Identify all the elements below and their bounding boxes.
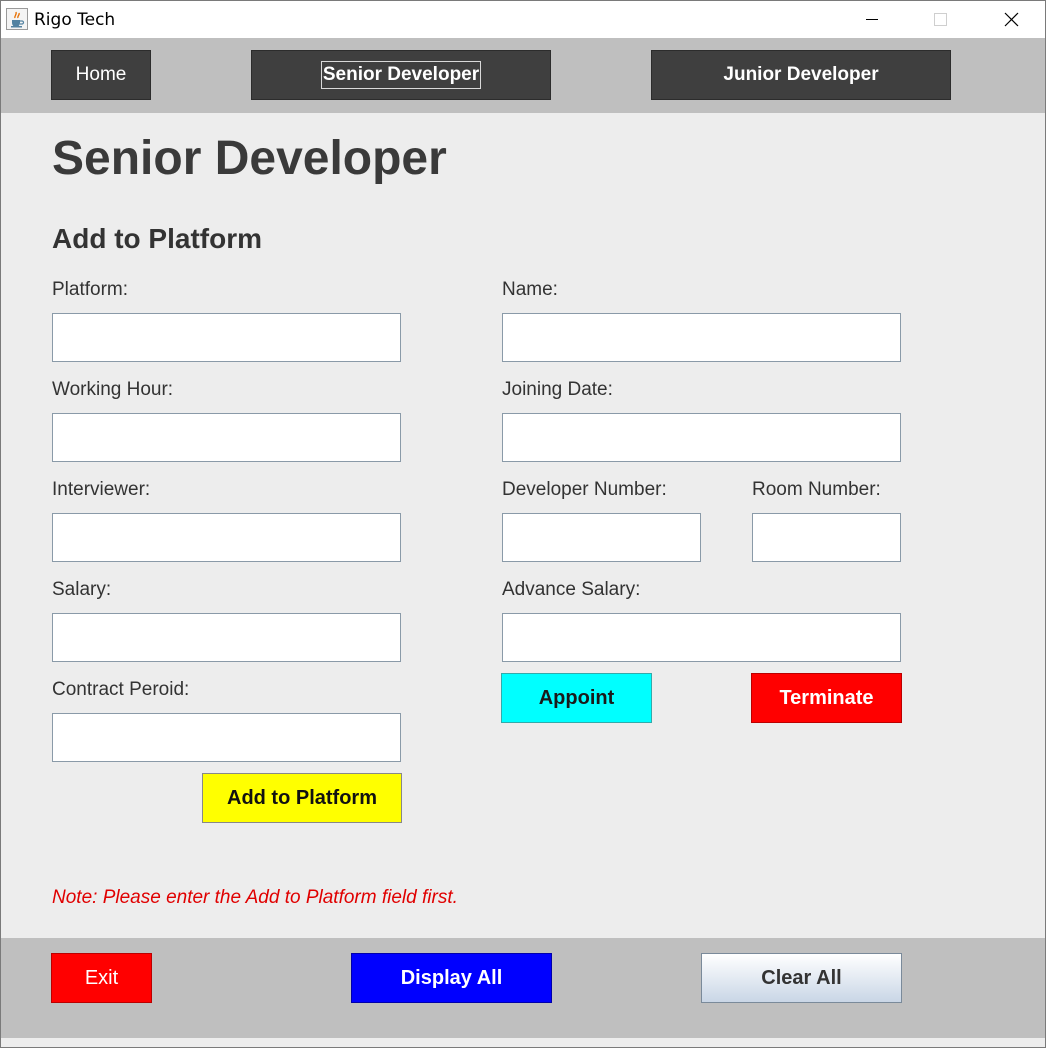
close-icon xyxy=(1004,12,1019,27)
section-title: Add to Platform xyxy=(52,223,262,254)
display-all-label: Display All xyxy=(400,966,503,989)
interviewer-input[interactable] xyxy=(52,513,401,562)
display-all-button[interactable]: Display All xyxy=(351,953,552,1003)
window-title: Rigo Tech xyxy=(34,10,116,30)
top-nav-bar: Home Senior Developer Junior Developer xyxy=(1,38,1045,113)
name-input[interactable] xyxy=(502,313,901,362)
name-label: Name: xyxy=(502,279,558,300)
working-hour-label: Working Hour: xyxy=(52,379,174,400)
room-number-input[interactable] xyxy=(752,513,901,562)
senior-developer-nav-label: Senior Developer xyxy=(320,61,482,89)
senior-developer-nav-button[interactable]: Senior Developer xyxy=(251,50,551,100)
minimize-icon xyxy=(866,19,878,20)
clear-all-button[interactable]: Clear All xyxy=(701,953,902,1003)
clear-all-label: Clear All xyxy=(761,966,842,989)
developer-number-input[interactable] xyxy=(502,513,701,562)
bottom-bar: Exit Display All Clear All xyxy=(1,938,1045,1038)
working-hour-input[interactable] xyxy=(52,413,401,462)
room-number-label: Room Number: xyxy=(752,479,881,500)
contract-period-input[interactable] xyxy=(52,713,401,762)
home-nav-label: Home xyxy=(75,64,127,85)
note-text: Note: Please enter the Add to Platform f… xyxy=(52,887,458,908)
terminate-label: Terminate xyxy=(779,686,874,709)
add-to-platform-label: Add to Platform xyxy=(227,786,377,809)
maximize-button[interactable] xyxy=(907,1,977,38)
exit-button[interactable]: Exit xyxy=(51,953,152,1003)
joining-date-input[interactable] xyxy=(502,413,901,462)
title-bar: Rigo Tech xyxy=(1,1,1045,38)
add-to-platform-button[interactable]: Add to Platform xyxy=(202,773,402,823)
advance-salary-input[interactable] xyxy=(502,613,901,662)
java-cup-icon xyxy=(6,8,28,30)
interviewer-label: Interviewer: xyxy=(52,479,151,500)
page-title: Senior Developer xyxy=(52,132,447,185)
close-button[interactable] xyxy=(977,1,1046,38)
exit-label: Exit xyxy=(84,966,119,989)
terminate-button[interactable]: Terminate xyxy=(751,673,902,723)
minimize-button[interactable] xyxy=(837,1,907,38)
platform-label: Platform: xyxy=(52,279,129,300)
maximize-icon xyxy=(934,13,947,26)
salary-input[interactable] xyxy=(52,613,401,662)
advance-salary-label: Advance Salary: xyxy=(502,579,641,600)
joining-date-label: Joining Date: xyxy=(502,379,613,400)
junior-developer-nav-button[interactable]: Junior Developer xyxy=(651,50,951,100)
salary-label: Salary: xyxy=(52,579,112,600)
app-window: Rigo Tech Home Senior Developer Junior D… xyxy=(0,0,1046,1048)
junior-developer-nav-label: Junior Developer xyxy=(723,64,879,85)
developer-number-label: Developer Number: xyxy=(502,479,667,500)
appoint-label: Appoint xyxy=(538,686,615,709)
platform-input[interactable] xyxy=(52,313,401,362)
home-nav-button[interactable]: Home xyxy=(51,50,151,100)
contract-period-label: Contract Peroid: xyxy=(52,679,190,700)
appoint-button[interactable]: Appoint xyxy=(501,673,652,723)
